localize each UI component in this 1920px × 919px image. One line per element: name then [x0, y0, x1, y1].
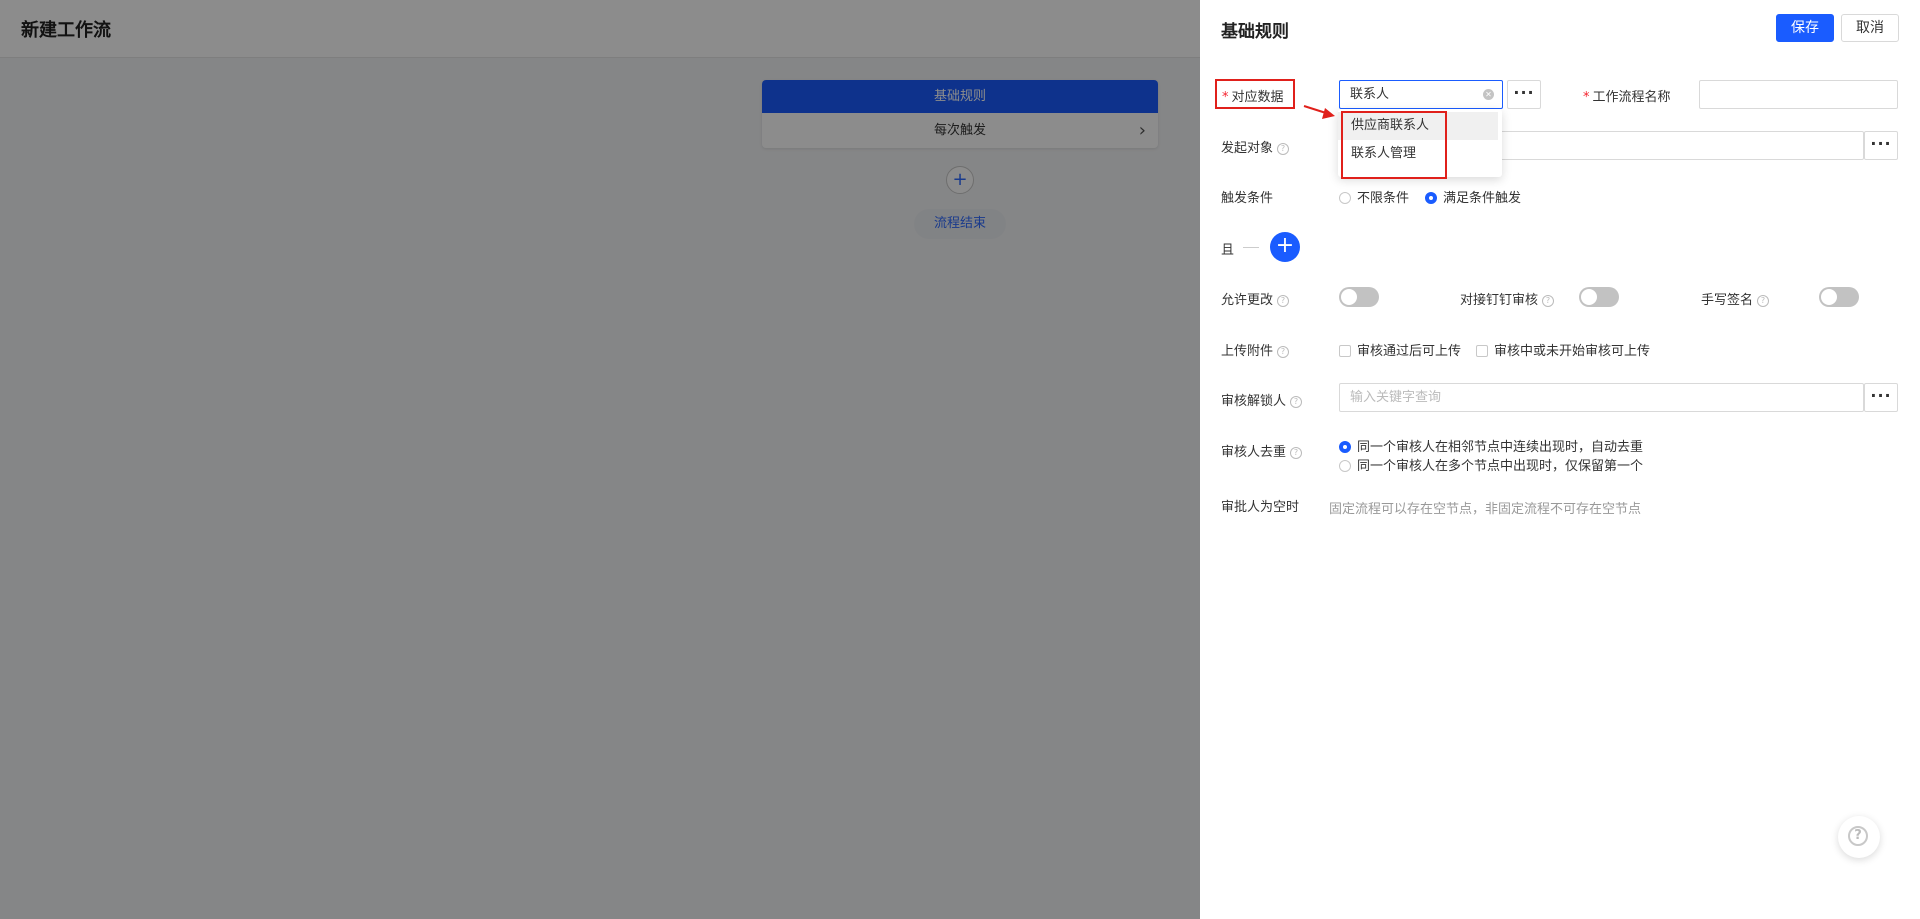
- workflow-name-label: * 工作流程名称: [1583, 86, 1671, 105]
- arrow-icon: [1303, 105, 1335, 119]
- initiator-label: 发起对象?: [1221, 137, 1290, 156]
- attachment-option-during-approval[interactable]: 审核中或未开始审核可上传: [1476, 340, 1650, 359]
- trigger-option-conditional[interactable]: 满足条件触发: [1425, 187, 1521, 206]
- checkbox-icon: [1476, 345, 1488, 357]
- trigger-label: 触发条件: [1221, 191, 1274, 206]
- toggle-knob: [1821, 289, 1837, 305]
- allow-edit-label: 允许更改?: [1221, 289, 1290, 308]
- trigger-option-conditional-label: 满足条件触发: [1443, 191, 1522, 206]
- unlocker-label-text: 审核解锁人: [1221, 394, 1287, 409]
- radio-icon: [1339, 192, 1351, 204]
- help-icon[interactable]: ?: [1277, 295, 1290, 307]
- dingtalk-label: 对接钉钉审核?: [1460, 289, 1555, 308]
- initiator-label-text: 发起对象: [1221, 141, 1274, 156]
- allow-edit-label-text: 允许更改: [1221, 293, 1274, 308]
- help-icon[interactable]: ?: [1757, 295, 1770, 307]
- toggle-knob: [1341, 289, 1357, 305]
- signature-toggle[interactable]: [1819, 287, 1859, 307]
- dingtalk-label-text: 对接钉钉审核: [1460, 293, 1539, 308]
- radio-icon: [1339, 460, 1351, 472]
- trigger-option-unlimited[interactable]: 不限条件: [1339, 187, 1409, 206]
- data-select-value: 联系人: [1350, 87, 1390, 102]
- empty-approver-label: 审批人为空时: [1221, 500, 1300, 515]
- clear-icon[interactable]: ✕: [1483, 89, 1494, 100]
- unlocker-label: 审核解锁人?: [1221, 390, 1303, 409]
- help-icon[interactable]: ?: [1542, 295, 1555, 307]
- attachment-option-after-approval[interactable]: 审核通过后可上传: [1339, 340, 1461, 359]
- required-mark: *: [1583, 90, 1590, 105]
- data-select-input[interactable]: 联系人 ✕: [1339, 80, 1503, 109]
- cancel-button[interactable]: 取消: [1841, 14, 1899, 42]
- attachment-option-during-approval-label: 审核中或未开始审核可上传: [1494, 344, 1651, 359]
- question-icon: ?: [1848, 826, 1868, 846]
- modal-overlay[interactable]: [0, 0, 1200, 919]
- attachment-label: 上传附件?: [1221, 340, 1290, 359]
- add-condition-button[interactable]: +: [1270, 232, 1300, 262]
- empty-approver-hint: 固定流程可以存在空节点，非固定流程不可存在空节点: [1329, 502, 1642, 517]
- dedupe-label-text: 审核人去重: [1221, 445, 1287, 460]
- unlocker-search-input[interactable]: 输入关键字查询: [1339, 383, 1864, 412]
- dingtalk-toggle[interactable]: [1579, 287, 1619, 307]
- initiator-more-button[interactable]: ···: [1864, 131, 1898, 160]
- allow-edit-toggle[interactable]: [1339, 287, 1379, 307]
- unlocker-placeholder: 输入关键字查询: [1350, 390, 1442, 405]
- save-button[interactable]: 保存: [1776, 14, 1834, 42]
- data-field-label-text: 对应数据: [1231, 90, 1284, 105]
- dedupe-option-adjacent-label: 同一个审核人在相邻节点中连续出现时，自动去重: [1357, 440, 1644, 455]
- checkbox-icon: [1339, 345, 1351, 357]
- drawer-title: 基础规则: [1221, 22, 1289, 42]
- trigger-option-unlimited-label: 不限条件: [1357, 191, 1410, 206]
- help-icon[interactable]: ?: [1277, 143, 1290, 155]
- dedupe-option-adjacent[interactable]: 同一个审核人在相邻节点中连续出现时，自动去重: [1339, 436, 1643, 455]
- workflow-name-label-text: 工作流程名称: [1592, 90, 1671, 105]
- annotation-box-dropdown: [1341, 111, 1447, 179]
- attachment-label-text: 上传附件: [1221, 344, 1274, 359]
- signature-label-text: 手写签名: [1701, 293, 1754, 308]
- attachment-option-after-approval-label: 审核通过后可上传: [1357, 344, 1462, 359]
- data-field-label: * 对应数据: [1222, 86, 1284, 105]
- help-icon[interactable]: ?: [1277, 346, 1290, 358]
- and-label: 且: [1221, 243, 1235, 258]
- required-mark: *: [1222, 90, 1229, 105]
- unlocker-more-button[interactable]: ···: [1864, 383, 1898, 412]
- dedupe-option-first-only-label: 同一个审核人在多个节点中出现时，仅保留第一个: [1357, 459, 1644, 474]
- floating-help-button[interactable]: ?: [1838, 816, 1880, 858]
- workflow-name-input[interactable]: [1699, 80, 1898, 109]
- toggle-knob: [1581, 289, 1597, 305]
- settings-drawer: 基础规则 保存 取消 * 对应数据 联系人 ✕ ··· * 工作流程名称 发起对象?…: [1200, 0, 1920, 919]
- signature-label: 手写签名?: [1701, 289, 1770, 308]
- dedupe-option-first-only[interactable]: 同一个审核人在多个节点中出现时，仅保留第一个: [1339, 455, 1643, 474]
- help-icon[interactable]: ?: [1290, 447, 1303, 459]
- and-connector-line: [1243, 247, 1259, 248]
- help-icon[interactable]: ?: [1290, 396, 1303, 408]
- radio-checked-icon: [1425, 192, 1437, 204]
- dedupe-label: 审核人去重?: [1221, 441, 1303, 460]
- radio-checked-icon: [1339, 441, 1351, 453]
- data-more-button[interactable]: ···: [1507, 80, 1541, 109]
